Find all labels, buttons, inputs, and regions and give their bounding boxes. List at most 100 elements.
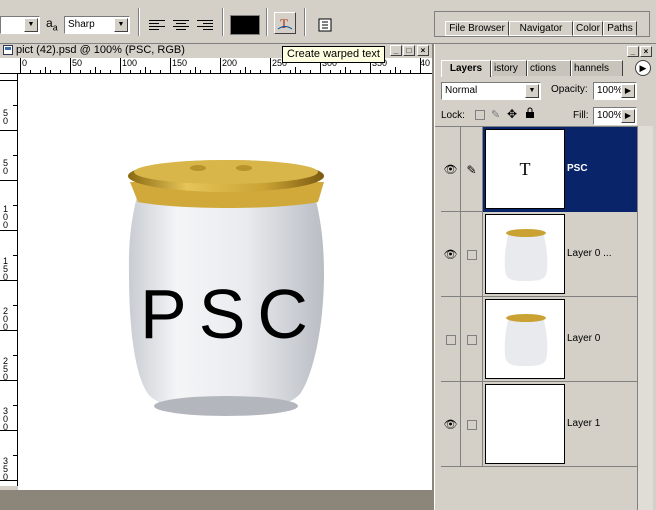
divider	[138, 8, 140, 36]
palettes-button[interactable]	[314, 14, 336, 36]
link-toggle[interactable]	[461, 382, 483, 467]
vruler-label: 0	[3, 372, 9, 382]
hruler-label: 100	[122, 58, 138, 68]
layer-row[interactable]: 👁 Layer 1	[441, 382, 637, 467]
warp-text-icon: T	[277, 16, 293, 31]
hruler-label: 0	[22, 58, 28, 68]
svg-text:T: T	[280, 16, 288, 31]
layer-row[interactable]: Layer 0	[441, 297, 637, 382]
well-tab-file-browser[interactable]: File Browser	[445, 21, 509, 36]
visibility-slot	[445, 334, 456, 345]
lock-transparency-checkbox[interactable]	[475, 110, 485, 120]
palette-close-button[interactable]: ×	[640, 46, 652, 57]
layer-row[interactable]: 👁 Layer 0 ...	[441, 212, 637, 297]
layer-list: 👁 ✎ T PSC 👁 Layer 0 ... Layer 0 👁 Layer …	[435, 126, 637, 510]
fill-value: 100%	[597, 110, 623, 121]
visibility-toggle[interactable]	[441, 297, 461, 382]
warp-text-button[interactable]: T	[274, 12, 296, 34]
antialias-value: Sharp	[68, 19, 95, 30]
visibility-toggle[interactable]: 👁	[441, 382, 461, 467]
document-icon	[3, 45, 13, 55]
layer-list-scrollbar[interactable]	[637, 126, 653, 510]
chevron-down-icon: ▼	[525, 84, 539, 98]
layer-thumbnail	[485, 384, 565, 464]
vruler-label: 0	[3, 472, 9, 482]
close-icon: ×	[420, 46, 426, 55]
chevron-down-icon: ▼	[114, 18, 128, 32]
align-right-icon	[197, 20, 213, 30]
antialias-icon: aa	[46, 16, 58, 32]
text-color-swatch[interactable]	[230, 15, 260, 35]
vruler-label: 0	[3, 422, 9, 432]
document-window: pict (42).psd @ 100% (PSC, RGB) _ □ × 0 …	[0, 44, 432, 490]
divider	[222, 8, 224, 36]
palette-minimize-button[interactable]: _	[627, 46, 639, 57]
blend-mode-value: Normal	[445, 85, 478, 96]
align-center-icon	[173, 20, 189, 30]
minimize-button[interactable]: _	[390, 45, 402, 56]
vruler-label: 0	[3, 166, 9, 176]
aa-label-sub: a	[52, 22, 58, 33]
antialias-dropdown[interactable]: Sharp ▼	[64, 16, 130, 34]
aa-label: a	[46, 16, 53, 30]
canvas-type-layer-text: PSC	[140, 275, 320, 353]
layers-palette: _ × Layers istory ctions hannels ▶ Norma…	[434, 44, 656, 510]
close-icon: ×	[643, 47, 649, 56]
visibility-toggle[interactable]: 👁	[441, 127, 461, 212]
well-tab-paths[interactable]: Paths	[603, 21, 637, 36]
layer-thumbnail	[485, 214, 565, 294]
well-tab-navigator[interactable]: Navigator	[509, 21, 573, 36]
link-slot	[466, 249, 477, 260]
brush-icon[interactable]: ✎	[491, 108, 500, 121]
layer-name: Layer 0 ...	[567, 248, 612, 259]
tab-actions[interactable]: ctions	[527, 60, 571, 76]
opacity-value: 100%	[597, 85, 623, 96]
close-button[interactable]: ×	[417, 45, 429, 56]
well-tab-color[interactable]: Color	[573, 21, 603, 36]
vruler-label: 0	[3, 220, 9, 230]
layer-name: Layer 1	[567, 418, 601, 429]
minimize-icon: _	[393, 46, 399, 55]
eye-icon: 👁	[443, 249, 458, 261]
tab-channels[interactable]: hannels	[571, 60, 623, 76]
link-slot	[466, 419, 477, 430]
brush-icon: ✎	[466, 162, 477, 177]
fill-field[interactable]: 100% ▶	[593, 107, 637, 125]
layer-thumbnail	[485, 299, 565, 379]
layer-row[interactable]: 👁 ✎ T PSC	[441, 127, 637, 212]
lock-label: Lock:	[441, 110, 465, 121]
image-canvas[interactable]: PSC	[18, 74, 432, 490]
maximize-button[interactable]: □	[403, 45, 415, 56]
opacity-field[interactable]: 100% ▶	[593, 82, 637, 100]
hruler-label: 150	[172, 58, 188, 68]
tab-layers[interactable]: Layers	[441, 60, 491, 77]
triangle-right-icon: ▶	[639, 63, 647, 73]
blend-mode-dropdown[interactable]: Normal ▼	[441, 82, 541, 100]
layer-name: Layer 0	[567, 333, 601, 344]
maximize-icon: □	[406, 46, 412, 55]
type-layer-thumbnail: T	[485, 129, 565, 209]
triangle-right-icon: ▶	[621, 109, 635, 123]
link-toggle[interactable]	[461, 297, 483, 382]
opacity-label: Opacity:	[551, 84, 588, 95]
lock-all-icon[interactable]	[525, 107, 535, 122]
move-icon[interactable]: ✥	[507, 107, 517, 121]
hruler-label: 200	[222, 58, 238, 68]
palette-menu-button[interactable]: ▶	[635, 60, 651, 76]
link-slot	[466, 334, 477, 345]
hruler-label: 40	[420, 58, 431, 68]
palettes-icon	[318, 18, 332, 32]
link-toggle[interactable]	[461, 212, 483, 297]
align-right-button[interactable]	[194, 14, 216, 36]
align-left-button[interactable]	[146, 14, 168, 36]
document-title: pict (42).psd @ 100% (PSC, RGB)	[16, 44, 185, 56]
layer-name: PSC	[567, 163, 588, 174]
tab-history[interactable]: istory	[491, 60, 527, 76]
divider	[304, 8, 306, 36]
eye-icon: 👁	[443, 419, 458, 431]
visibility-toggle[interactable]: 👁	[441, 212, 461, 297]
align-center-button[interactable]	[170, 14, 192, 36]
eye-icon: 👁	[443, 164, 458, 176]
hruler-label: 50	[72, 58, 83, 68]
font-size-dropdown[interactable]: ▼	[0, 16, 40, 34]
